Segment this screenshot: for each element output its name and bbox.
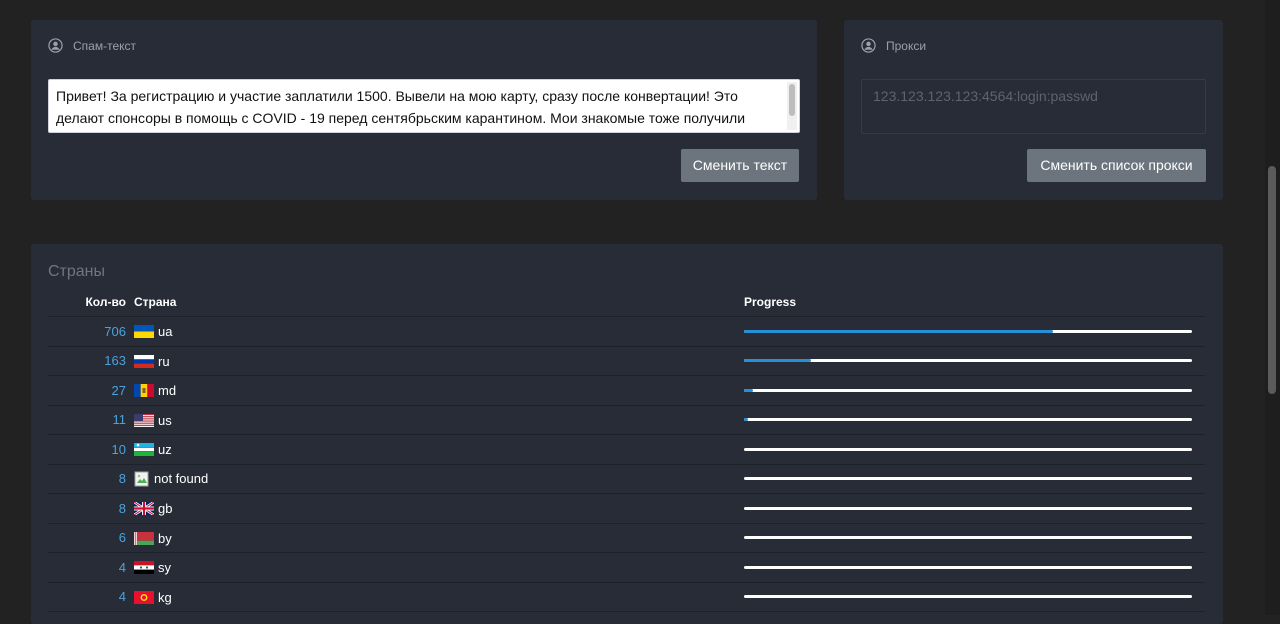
country-code: kg [158,589,172,605]
country-code: us [158,412,172,428]
progress-bar [744,565,1192,569]
country-count: 706 [48,316,134,347]
flag-gb-icon [133,501,155,517]
table-row: 11 us [48,405,1205,435]
country-code: gb [158,501,173,517]
country-cell: ua [134,316,744,347]
page-scroll-thumb[interactable] [1268,166,1276,394]
progress-bar [744,477,1192,481]
country-code: not found [154,471,209,487]
countries-title: Страны [48,263,106,280]
flag-ru-icon [134,354,154,368]
progress-bar [744,329,1192,333]
proxy-card: Прокси 123.123.123.123:4564:login:passwd… [844,20,1223,200]
flag-kg-icon [134,590,154,604]
table-row: 8 not found [48,464,1205,494]
country-count: 11 [48,405,134,435]
countries-card: Страны Кол-во Страна Progress 706 ua 163 ru… [31,244,1223,624]
table-row: 706 ua [48,316,1205,347]
change-proxy-list-button[interactable]: Сменить список прокси [1027,149,1206,182]
progress-cell [744,464,1205,494]
country-count: 163 [48,346,134,376]
spam-text-content: Привет! За регистрацию и участие заплати… [56,88,746,126]
user-circle-icon [48,38,63,53]
header-progress: Progress [744,287,1205,317]
flag-ua-icon [134,325,154,339]
table-row: 6 by [48,523,1205,553]
table-row: 4 kg [48,582,1205,612]
country-cell: md [134,375,744,406]
textarea-scroll-thumb[interactable] [789,84,795,116]
progress-cell [744,346,1205,376]
country-code: md [158,383,177,399]
progress-cell [744,434,1205,465]
country-cell: us [134,405,744,435]
country-cell: not found [134,464,744,494]
flag-us-icon [134,413,154,427]
progress-bar [744,447,1192,451]
country-code: sy [158,560,171,576]
table-row: 8 gb [48,493,1205,524]
spam-text-card: Спам-текст Привет! За регистрацию и учас… [31,20,817,200]
country-cell: by [134,523,744,553]
spam-text-textarea[interactable]: Привет! За регистрацию и участие заплати… [48,79,800,133]
flag-uz-icon [134,443,154,457]
progress-fill [744,329,1054,333]
proxy-header: Прокси [861,38,926,53]
country-count: 6 [48,523,134,553]
table-row: 4 sy [48,552,1205,583]
flag-sy-icon [134,561,154,575]
progress-fill [744,418,749,422]
progress-cell [744,316,1205,347]
textarea-scrollbar[interactable] [787,82,797,130]
proxy-list-input[interactable]: 123.123.123.123:4564:login:passwd [861,79,1206,134]
broken-image-icon [134,471,150,487]
countries-table: Кол-во Страна Progress 706 ua 163 ru 27 md 11 u… [48,287,1205,612]
country-code: ru [158,353,170,369]
progress-cell [744,523,1205,553]
progress-cell [744,582,1205,612]
progress-bar [744,536,1192,540]
country-count: 4 [48,582,134,612]
progress-bar [744,359,1192,363]
country-code: ua [158,324,173,340]
spam-text-header: Спам-текст [48,38,136,53]
country-count: 8 [48,464,134,494]
progress-cell [744,375,1205,406]
country-code: by [158,530,172,546]
progress-fill [744,359,812,363]
progress-bar [744,388,1192,392]
spam-text-title: Спам-текст [73,38,136,53]
table-row: 10 uz [48,434,1205,465]
proxy-title: Прокси [886,38,927,53]
country-cell: kg [134,582,744,612]
country-cell: uz [134,434,744,465]
progress-cell [744,493,1205,524]
user-circle-icon [861,38,876,53]
progress-bar [744,418,1192,422]
progress-cell [744,405,1205,435]
country-cell: sy [134,552,744,583]
change-text-button[interactable]: Сменить текст [681,149,799,182]
page-scrollbar[interactable] [1265,0,1280,615]
country-cell: ru [134,346,744,376]
country-count: 8 [48,493,134,524]
country-count: 4 [48,552,134,583]
country-cell: gb [133,493,744,524]
flag-md-icon [134,384,154,398]
table-row: 27 md [48,375,1205,406]
progress-bar [744,506,1192,510]
proxy-placeholder: 123.123.123.123:4564:login:passwd [873,88,1098,104]
header-count: Кол-во [48,287,134,317]
progress-bar [744,595,1192,599]
progress-fill [744,388,753,392]
country-count: 10 [48,434,134,465]
header-country: Страна [134,287,744,317]
flag-by-icon [134,531,154,545]
country-count: 27 [48,375,134,406]
country-code: uz [158,442,172,458]
table-row: 163 ru [48,346,1205,376]
progress-cell [744,552,1205,583]
